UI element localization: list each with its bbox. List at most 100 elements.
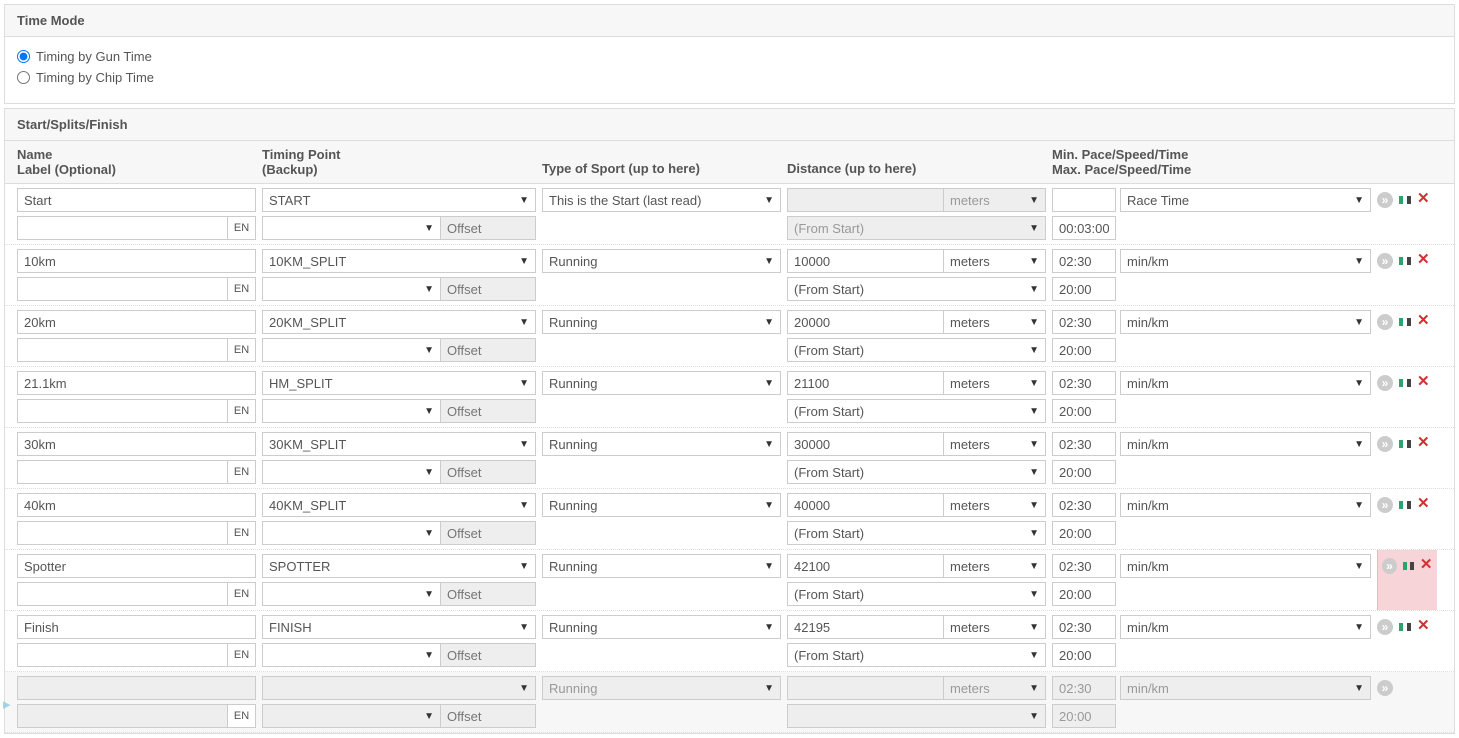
delete-row-icon[interactable]: ✕ (1417, 314, 1431, 328)
sport-select[interactable]: Running▼ (542, 432, 781, 456)
min-pace-input[interactable] (1052, 310, 1116, 334)
min-pace-input[interactable] (1052, 493, 1116, 517)
delete-row-icon[interactable]: ✕ (1417, 619, 1431, 633)
distance-input[interactable] (787, 615, 944, 639)
sport-select[interactable]: Running▼ (542, 310, 781, 334)
timing-point-backup-select[interactable]: ▼ (262, 399, 441, 423)
insert-row-icon[interactable] (1397, 253, 1413, 269)
timing-point-backup-select[interactable]: ▼ (262, 582, 441, 606)
max-pace-input[interactable] (1052, 216, 1116, 240)
label-input[interactable] (17, 216, 228, 240)
delete-row-icon[interactable]: ✕ (1417, 253, 1431, 267)
row-more-button[interactable]: » (1377, 436, 1393, 452)
sport-select[interactable]: Running▼ (542, 249, 781, 273)
time-mode-option-gun[interactable]: Timing by Gun Time (17, 49, 1442, 64)
label-input[interactable] (17, 582, 228, 606)
min-pace-input[interactable] (1052, 188, 1116, 212)
name-input[interactable] (17, 554, 256, 578)
row-more-button[interactable]: » (1377, 375, 1393, 391)
min-pace-input[interactable] (1052, 615, 1116, 639)
insert-row-icon[interactable] (1401, 558, 1416, 574)
row-more-button[interactable]: » (1377, 192, 1393, 208)
insert-row-icon[interactable] (1397, 314, 1413, 330)
label-input[interactable] (17, 460, 228, 484)
distance-unit-select[interactable]: meters▼ (944, 371, 1046, 395)
timing-point-backup-select[interactable]: ▼ (262, 643, 441, 667)
label-input[interactable] (17, 643, 228, 667)
row-more-button[interactable]: » (1377, 253, 1393, 269)
delete-row-icon[interactable]: ✕ (1417, 497, 1431, 511)
delete-row-icon[interactable]: ✕ (1417, 375, 1431, 389)
name-input[interactable] (17, 188, 256, 212)
sport-select[interactable]: Running▼ (542, 371, 781, 395)
pace-unit-select[interactable]: min/km▼ (1120, 432, 1371, 456)
pace-unit-select[interactable]: min/km▼ (1120, 615, 1371, 639)
max-pace-input[interactable] (1052, 277, 1116, 301)
pace-unit-select[interactable]: min/km▼ (1120, 371, 1371, 395)
distance-input[interactable] (787, 249, 944, 273)
insert-row-icon[interactable] (1397, 375, 1413, 391)
row-more-button[interactable]: » (1377, 619, 1393, 635)
timing-point-select[interactable]: 30KM_SPLIT▼ (262, 432, 536, 456)
distance-from-select[interactable]: (From Start)▼ (787, 277, 1046, 301)
row-more-button[interactable]: » (1377, 314, 1393, 330)
timing-point-backup-select[interactable]: ▼ (262, 216, 441, 240)
sport-select[interactable]: Running▼ (542, 493, 781, 517)
distance-from-select[interactable]: (From Start)▼ (787, 460, 1046, 484)
insert-row-icon[interactable] (1397, 619, 1413, 635)
timing-point-select[interactable]: 40KM_SPLIT▼ (262, 493, 536, 517)
delete-row-icon[interactable]: ✕ (1417, 436, 1431, 450)
timing-point-backup-select[interactable]: ▼ (262, 277, 441, 301)
sport-select[interactable]: Running▼ (542, 554, 781, 578)
min-pace-input[interactable] (1052, 249, 1116, 273)
lang-button[interactable]: EN (228, 338, 256, 362)
timing-point-backup-select[interactable]: ▼ (262, 460, 441, 484)
label-input[interactable] (17, 338, 228, 362)
max-pace-input[interactable] (1052, 582, 1116, 606)
distance-input[interactable] (787, 432, 944, 456)
max-pace-input[interactable] (1052, 338, 1116, 362)
name-input[interactable] (17, 371, 256, 395)
timing-point-select[interactable]: 10KM_SPLIT▼ (262, 249, 536, 273)
timing-point-select[interactable]: SPOTTER▼ (262, 554, 536, 578)
sport-select[interactable]: This is the Start (last read)▼ (542, 188, 781, 212)
distance-unit-select[interactable]: meters▼ (944, 249, 1046, 273)
distance-from-select[interactable]: (From Start)▼ (787, 643, 1046, 667)
timing-point-select[interactable]: 20KM_SPLIT▼ (262, 310, 536, 334)
distance-unit-select[interactable]: meters▼ (944, 310, 1046, 334)
row-more-button[interactable]: » (1377, 497, 1393, 513)
distance-input[interactable] (787, 310, 944, 334)
time-mode-radio-gun[interactable] (17, 50, 30, 63)
label-input[interactable] (17, 399, 228, 423)
delete-row-icon[interactable]: ✕ (1420, 558, 1433, 572)
distance-from-select[interactable]: (From Start)▼ (787, 582, 1046, 606)
distance-input[interactable] (787, 493, 944, 517)
name-input[interactable] (17, 310, 256, 334)
pace-unit-select[interactable]: min/km▼ (1120, 554, 1371, 578)
distance-unit-select[interactable]: meters▼ (944, 554, 1046, 578)
distance-unit-select[interactable]: meters▼ (944, 615, 1046, 639)
delete-row-icon[interactable]: ✕ (1417, 192, 1431, 206)
row-more-button[interactable]: » (1377, 680, 1393, 696)
max-pace-input[interactable] (1052, 399, 1116, 423)
distance-from-select[interactable]: (From Start)▼ (787, 521, 1046, 545)
distance-from-select[interactable]: (From Start)▼ (787, 338, 1046, 362)
distance-unit-select[interactable]: meters▼ (944, 493, 1046, 517)
lang-button[interactable]: EN (228, 582, 256, 606)
distance-unit-select[interactable]: meters▼ (944, 432, 1046, 456)
label-input[interactable] (17, 277, 228, 301)
time-mode-option-chip[interactable]: Timing by Chip Time (17, 70, 1442, 85)
pace-unit-select[interactable]: min/km▼ (1120, 493, 1371, 517)
lang-button[interactable]: EN (228, 460, 256, 484)
pace-unit-select[interactable]: min/km▼ (1120, 249, 1371, 273)
min-pace-input[interactable] (1052, 432, 1116, 456)
pace-unit-select[interactable]: Race Time▼ (1120, 188, 1371, 212)
name-input[interactable] (17, 615, 256, 639)
lang-button[interactable]: EN (228, 399, 256, 423)
min-pace-input[interactable] (1052, 554, 1116, 578)
row-more-button[interactable]: » (1382, 558, 1397, 574)
timing-point-backup-select[interactable]: ▼ (262, 338, 441, 362)
name-input[interactable] (17, 432, 256, 456)
timing-point-select[interactable]: HM_SPLIT▼ (262, 371, 536, 395)
min-pace-input[interactable] (1052, 371, 1116, 395)
